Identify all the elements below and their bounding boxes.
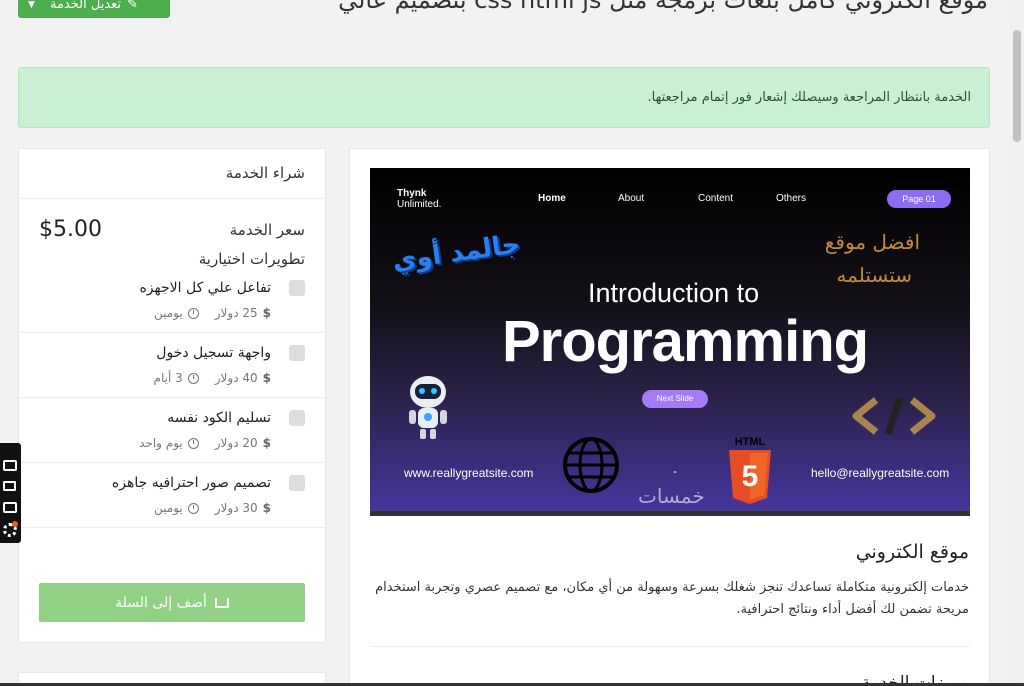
hero-arabic-line1: افضل موقع <box>824 230 920 254</box>
dollar-icon: $ <box>262 371 271 385</box>
addon-duration: يوم واحد <box>139 436 183 450</box>
hero-dash: - <box>673 464 677 478</box>
camera-icon[interactable] <box>3 460 17 471</box>
hero-nav-content: Content <box>698 193 734 204</box>
addon-item[interactable]: تسليم الكود نفسه $20 دولار يوم واحد <box>19 398 325 463</box>
dollar-icon: $ <box>262 436 271 450</box>
addon-name: تفاعل علي كل الاجهزه <box>139 280 271 296</box>
service-description: خدمات إلكترونية متكاملة تساعدك تنجز شغلك… <box>375 580 969 617</box>
globe-icon <box>563 437 619 493</box>
hero-logo: جالمد أوي <box>390 229 523 277</box>
review-alert: الخدمة بانتظار المراجعة وسيصلك إشعار فور… <box>18 67 990 128</box>
edit-service-label: تعديل الخدمة <box>50 0 122 12</box>
addon-duration: يومين <box>154 501 183 515</box>
html5-icon: HTML 5 <box>729 436 771 504</box>
cart-icon <box>214 597 229 608</box>
addon-item[interactable]: واجهة تسجيل دخول $40 دولار 3 أيام <box>19 333 325 398</box>
window-icon[interactable] <box>3 502 17 513</box>
hero-nav-home: Home <box>538 193 566 204</box>
addon-duration: 3 أيام <box>153 371 183 385</box>
robot-icon <box>409 376 447 439</box>
hero-brand: Thynk Unlimited. <box>397 188 442 210</box>
edit-service-button[interactable]: ✎ تعديل الخدمة ▼ <box>18 0 170 18</box>
hero-headline: Programming <box>502 309 869 374</box>
review-alert-text: الخدمة بانتظار المراجعة وسيصلك إشعار فور… <box>647 90 972 105</box>
floating-toolbar <box>0 443 21 543</box>
video-icon[interactable] <box>3 481 16 491</box>
service-hero-image[interactable]: Thynk Unlimited. Home About Content Other… <box>370 168 970 516</box>
clock-icon <box>187 502 199 514</box>
buy-service-panel: شراء الخدمة سعر الخدمة $5.00 تطويرات اخت… <box>18 148 326 643</box>
page-title: موقع الكتروني كامل بلغات برمجة مثل css h… <box>338 0 988 14</box>
add-to-cart-button[interactable]: أضف إلى السلة <box>39 583 305 622</box>
price-value: $5.00 <box>39 217 102 242</box>
addon-checkbox[interactable] <box>289 410 305 426</box>
service-card: Thynk Unlimited. Home About Content Other… <box>349 148 990 686</box>
scrollbar[interactable] <box>1010 0 1024 686</box>
buy-panel-title: شراء الخدمة <box>19 149 325 199</box>
add-to-cart-label: أضف إلى السلة <box>115 594 207 611</box>
divider <box>370 646 970 647</box>
dollar-icon: $ <box>262 306 271 320</box>
addons-title: تطويرات اختيارية <box>198 250 305 268</box>
clock-icon <box>187 437 199 449</box>
addon-checkbox[interactable] <box>289 475 305 491</box>
scrollbar-thumb[interactable] <box>1013 30 1021 142</box>
addon-price: 25 دولار <box>214 306 258 320</box>
hero-page-badge: Page 01 <box>887 190 951 208</box>
service-title: موقع الكتروني <box>855 541 969 563</box>
dollar-icon: $ <box>262 501 271 515</box>
price-label: سعر الخدمة <box>229 220 305 239</box>
clock-icon <box>187 372 199 384</box>
addon-price: 30 دولار <box>214 501 258 515</box>
hero-bottom-bar <box>370 511 970 516</box>
hero-arabic-line2: ستستلمه <box>836 263 912 287</box>
addon-duration: يومين <box>154 306 183 320</box>
hero-email: hello@reallygreatsite.com <box>811 466 950 480</box>
notification-dot <box>12 521 18 527</box>
hero-nav-about: About <box>618 193 645 204</box>
addon-item[interactable]: تفاعل علي كل الاجهزه $25 دولار يومين <box>19 268 325 333</box>
hero-nav-others: Others <box>776 193 807 204</box>
hero-site: www.reallygreatsite.com <box>404 466 534 480</box>
svg-text:5: 5 <box>742 460 759 493</box>
addon-price: 40 دولار <box>214 371 258 385</box>
addon-checkbox[interactable] <box>289 280 305 296</box>
addon-item[interactable]: تصميم صور احترافيه جاهزه $30 دولار يومين <box>19 463 325 528</box>
edit-icon: ✎ <box>127 0 138 12</box>
addon-checkbox[interactable] <box>289 345 305 361</box>
clock-icon <box>187 307 199 319</box>
addon-name: واجهة تسجيل دخول <box>156 345 271 361</box>
addon-name: تصميم صور احترافيه جاهزه <box>111 475 271 491</box>
price-row: سعر الخدمة $5.00 <box>19 199 325 242</box>
html5-label: HTML <box>735 436 766 448</box>
chevron-down-icon[interactable]: ▼ <box>28 0 35 10</box>
code-icon <box>852 396 936 436</box>
addon-price: 20 دولار <box>214 436 258 450</box>
hero-intro: Introduction to <box>588 278 760 308</box>
hero-next-badge: Next Slide <box>642 390 708 408</box>
khamsat-watermark: خمسات <box>638 484 705 508</box>
addon-name: تسليم الكود نفسه <box>167 410 271 426</box>
